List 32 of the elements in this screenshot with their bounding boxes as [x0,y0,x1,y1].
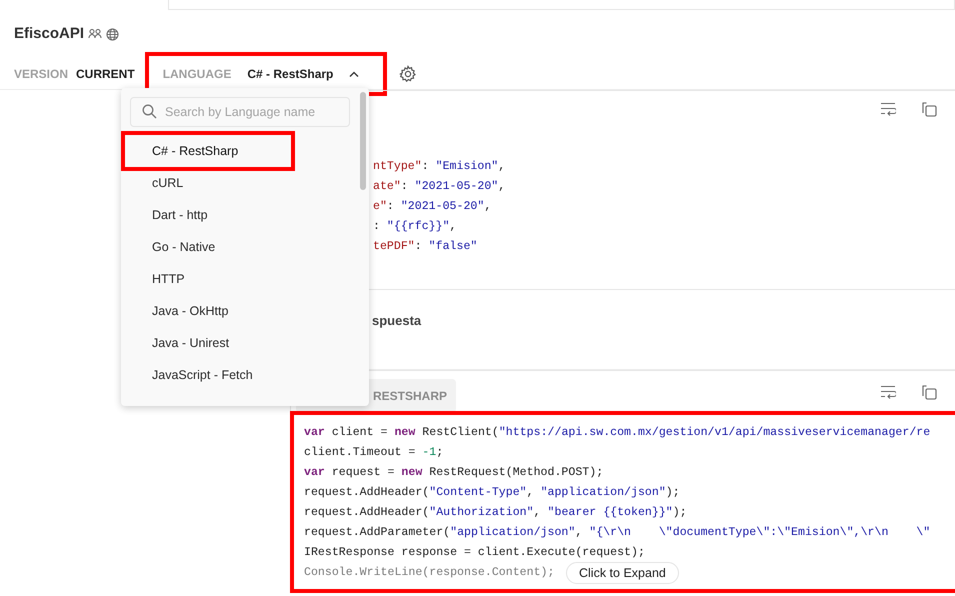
settings-icon[interactable] [399,64,418,82]
search-field[interactable]: Search by Language name [130,97,350,127]
code-line: client.Timeout = -1; [304,445,444,461]
code-line: ate": "2021-05-20", [373,179,506,195]
copy-icon[interactable] [922,102,937,117]
language-value: C# - RestSharp [247,66,334,82]
code-line: tePDF": "false" [373,239,478,255]
code-line: request.AddParameter("application/json", "{\r\n \"documentType\":\"Emision\",\r\n \" [304,525,930,541]
code-line: Console.WriteLine(response.Content); [304,565,554,581]
code-line: e": "2021-05-20", [373,199,492,215]
code-line: request.AddHeader("Content-Type", "application/json"); [304,485,680,501]
api-title: EfiscoAPI [14,24,84,44]
wrap-icon[interactable] [880,102,896,116]
version-label: VERSION [14,66,68,82]
code-line: request.AddHeader("Authorization", "bearer {{token}}"); [304,505,687,521]
code-line: var request = new RestRequest(Method.POST); [304,465,604,481]
code-line: var client = new RestClient("https://api.sw.com.mx/gestion/v1/api/massiveservicemanager/re [304,425,930,441]
version-value[interactable]: CURRENT [76,64,135,82]
menu-item[interactable]: Go - Native [125,231,361,263]
language-selector[interactable]: LANGUAGE C# - RestSharp [148,56,384,92]
menu-item[interactable]: Dart - http [125,199,361,231]
expand-button[interactable]: Click to Expand [566,562,679,584]
code-line: IRestResponse response = client.Execute(request); [304,545,645,561]
wrap-icon[interactable] [880,385,896,399]
people-icon [88,28,102,40]
globe-icon [106,28,120,40]
language-label: LANGUAGE [162,66,232,82]
code-line: : "{{rfc}}", [373,219,457,235]
menu-item[interactable]: cURL [125,167,361,199]
code-line: ntType": "Emision", [373,159,506,175]
scrollbar-thumb[interactable] [360,92,366,190]
copy-icon[interactable] [922,385,937,400]
